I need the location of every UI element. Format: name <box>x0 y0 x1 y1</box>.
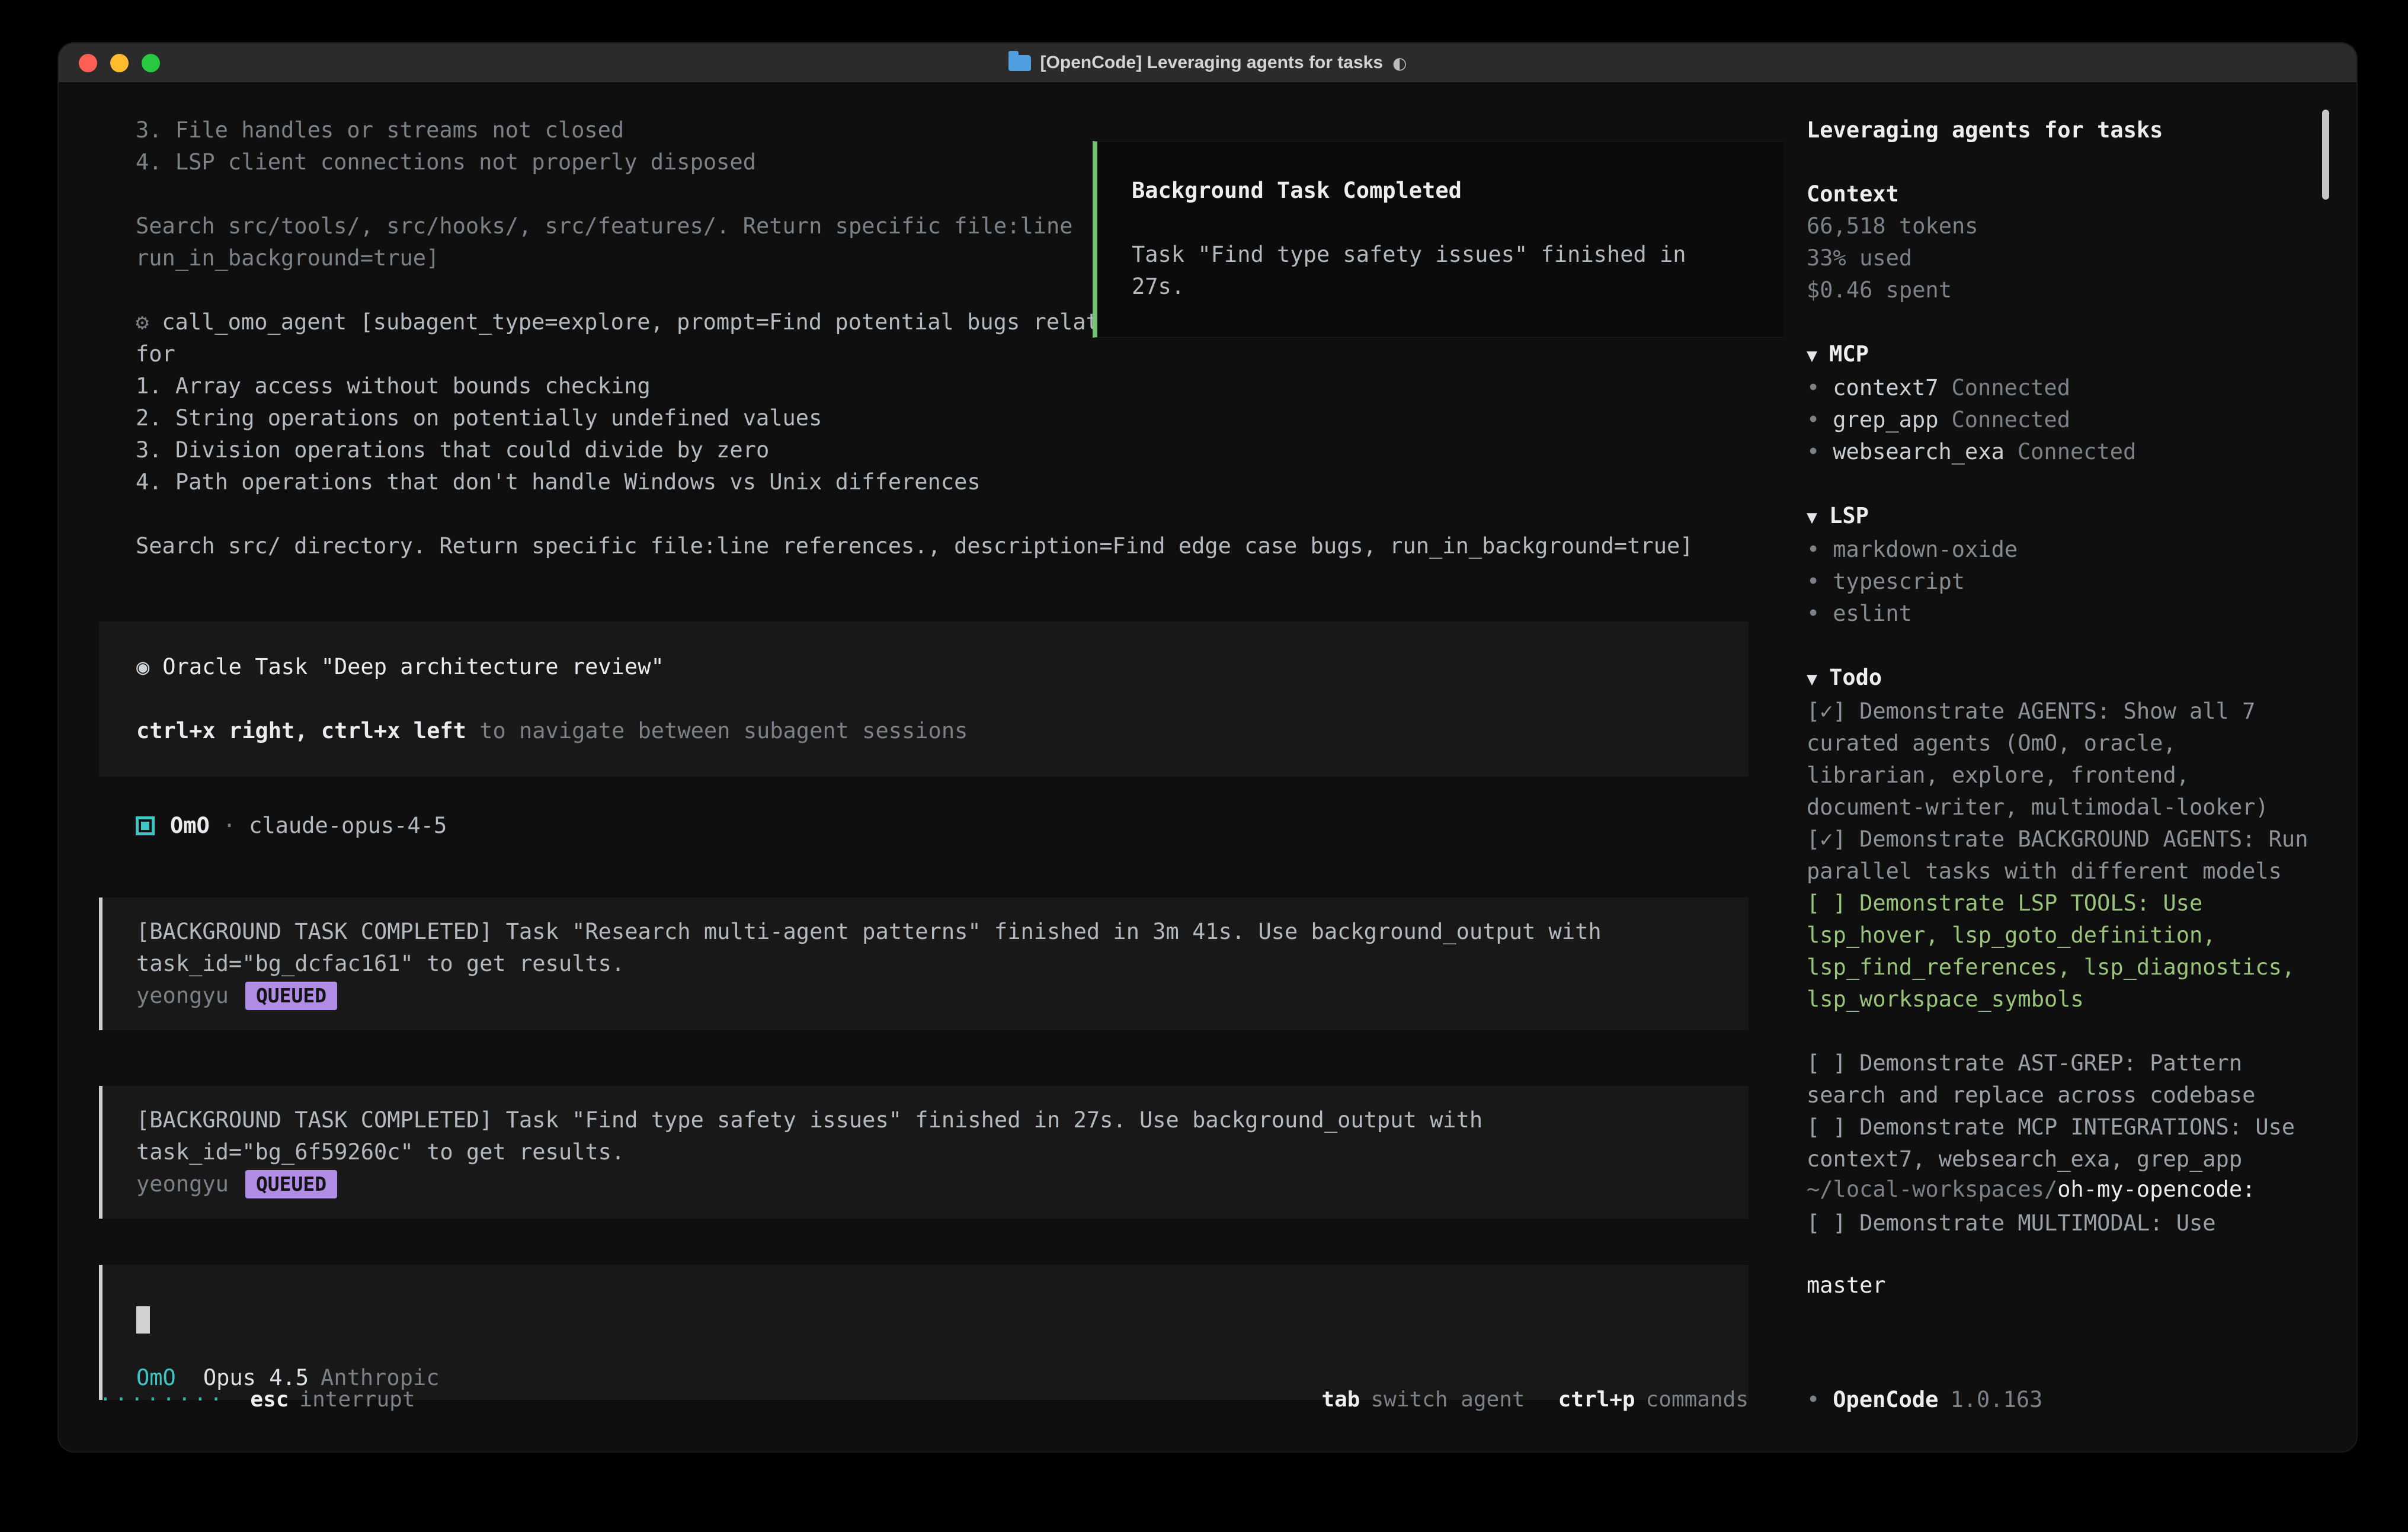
bullet-icon: • <box>1807 601 1820 626</box>
half-moon-indicator-icon: ◐ <box>1392 53 1407 73</box>
tool-call-arg: 2. String operations on potentially unde… <box>136 402 1749 434</box>
status-bar: ········ esc interrupt tab switch agent c… <box>99 1384 1749 1416</box>
opencode-version-footer: • OpenCode 1.0.163 <box>1807 1384 2315 1416</box>
conversation-pane: 3. File handles or streams not closed 4.… <box>59 84 1765 1451</box>
opencode-version: 1.0.163 <box>1951 1384 2043 1416</box>
message-meta: yeongyu QUEUED <box>136 1168 1713 1200</box>
bullet-icon: • <box>1807 1384 1820 1416</box>
todo-item: [✓] Demonstrate AGENTS: Show all 7 curat… <box>1807 696 2315 823</box>
toast-body: Task "Find type safety issues" finished … <box>1132 239 1749 303</box>
background-task-message: [BACKGROUND TASK COMPLETED] Task "Find t… <box>99 1086 1749 1219</box>
oracle-hint-line: ctrl+x right, ctrl+x left to navigate be… <box>136 715 1725 747</box>
bullet-icon: • <box>1807 375 1820 400</box>
lsp-item: •eslint <box>1807 598 2315 630</box>
message-line: task_id="bg_dcfac161" to get results. <box>136 948 1713 980</box>
message-meta: yeongyu QUEUED <box>136 980 1713 1012</box>
bullet-icon: • <box>1807 439 1820 464</box>
context-heading: Context <box>1807 178 2315 210</box>
esc-key-hint: esc <box>250 1384 289 1416</box>
message-line: [BACKGROUND TASK COMPLETED] Task "Find t… <box>136 1104 1713 1136</box>
lsp-section-heading[interactable]: ▼LSP <box>1807 500 2315 534</box>
workspace-path: ~/local-workspaces/oh-my-opencode: maste… <box>1807 1110 2315 1366</box>
tool-call-arg: 4. Path operations that don't handle Win… <box>136 466 1749 498</box>
tool-call-arg: 3. Division operations that could divide… <box>136 434 1749 466</box>
todo-item-active: [ ] Demonstrate LSP TOOLS: Use lsp_hover… <box>1807 887 2315 1015</box>
window-body: 3. File handles or streams not closed 4.… <box>59 84 2356 1451</box>
spinner-dots: ········ <box>99 1384 225 1416</box>
lsp-item: •typescript <box>1807 566 2315 598</box>
scrollbar-thumb[interactable] <box>2322 110 2329 200</box>
mcp-item: •grep_appConnected <box>1807 404 2315 436</box>
workspace-path-line: ~/local-workspaces/oh-my-opencode: <box>1807 1174 2315 1206</box>
input-cursor-line <box>136 1303 1713 1335</box>
message-line: [BACKGROUND TASK COMPLETED] Task "Resear… <box>136 916 1713 948</box>
todo-section-heading[interactable]: ▼Todo <box>1807 662 2315 696</box>
oracle-task-panel: ◉Oracle Task "Deep architecture review" … <box>99 621 1749 777</box>
fisheye-icon: ◉ <box>136 654 149 680</box>
commands-hint-group: ctrl+p commands <box>1558 1384 1749 1416</box>
bullet-icon: • <box>1807 537 1820 562</box>
message-author: yeongyu <box>136 1168 229 1200</box>
esc-key-label: interrupt <box>299 1384 415 1416</box>
titlebar[interactable]: [OpenCode] Leveraging agents for tasks ◐ <box>59 43 2356 84</box>
background-task-toast: Background Task Completed Task "Find typ… <box>1093 141 1784 338</box>
session-sidebar: Leveraging agents for tasks Context 66,5… <box>1765 84 2356 1451</box>
todo-item: [ ] Demonstrate AST-GREP: Pattern search… <box>1807 1047 2315 1111</box>
session-title: Leveraging agents for tasks <box>1807 114 2315 146</box>
ctrlp-key-label: commands <box>1646 1384 1749 1416</box>
folder-icon <box>1008 55 1031 71</box>
mcp-item: •websearch_exaConnected <box>1807 436 2315 468</box>
omo-agent-icon <box>136 816 155 835</box>
agent-name: OmO <box>170 810 210 842</box>
toast-title: Background Task Completed <box>1132 175 1749 207</box>
prompt-input[interactable]: OmO Opus 4.5 Anthropic <box>99 1265 1749 1400</box>
zoom-window-button[interactable] <box>142 54 160 72</box>
terminal-window: [OpenCode] Leveraging agents for tasks ◐… <box>59 43 2356 1451</box>
minimize-window-button[interactable] <box>110 54 129 72</box>
agent-model: claude-opus-4-5 <box>249 810 447 842</box>
window-title-group: [OpenCode] Leveraging agents for tasks ◐ <box>1008 53 1407 73</box>
status-bar-right: tab switch agent ctrl+p commands <box>1288 1384 1749 1416</box>
tool-call-tail: Search src/ directory. Return specific f… <box>136 530 1749 562</box>
collapse-triangle-icon: ▼ <box>1807 669 1817 690</box>
bullet-icon: • <box>1807 407 1820 432</box>
tab-key-label: switch agent <box>1370 1384 1525 1416</box>
gear-icon: ⚙ <box>136 309 149 335</box>
context-used: 33% used <box>1807 242 2315 274</box>
background-task-message: [BACKGROUND TASK COMPLETED] Task "Resear… <box>99 898 1749 1030</box>
mcp-section-heading[interactable]: ▼MCP <box>1807 338 2315 372</box>
close-window-button[interactable] <box>79 54 97 72</box>
sidebar-scrollbar[interactable] <box>2322 110 2329 1413</box>
tab-key-hint: tab <box>1321 1384 1360 1416</box>
ctrlp-key-hint: ctrl+p <box>1558 1384 1635 1416</box>
status-badge: QUEUED <box>245 982 337 1010</box>
tool-call-arg: 1. Array access without bounds checking <box>136 370 1749 402</box>
context-tokens: 66,518 tokens <box>1807 210 2315 242</box>
text-cursor <box>136 1306 150 1334</box>
message-line: task_id="bg_6f59260c" to get results. <box>136 1136 1713 1168</box>
opencode-name: OpenCode <box>1833 1384 1938 1416</box>
workspace-branch: master <box>1807 1270 2315 1302</box>
context-spent: $0.46 spent <box>1807 274 2315 306</box>
todo-item: [✓] Demonstrate BACKGROUND AGENTS: Run p… <box>1807 823 2315 887</box>
collapse-triangle-icon: ▼ <box>1807 345 1817 366</box>
window-title: [OpenCode] Leveraging agents for tasks <box>1040 53 1383 73</box>
oracle-hint-text: to navigate between subagent sessions <box>466 718 968 743</box>
lsp-item: •markdown-oxide <box>1807 534 2315 566</box>
mcp-item: •context7Connected <box>1807 372 2315 404</box>
status-badge: QUEUED <box>245 1170 337 1198</box>
oracle-title-line: ◉ Oracle Task "Deep architecture review" <box>136 651 1725 683</box>
bullet-icon: • <box>1807 569 1820 594</box>
oracle-hint-keys: ctrl+x right, ctrl+x left <box>136 718 466 743</box>
traffic-lights <box>79 54 160 72</box>
separator-dot: · <box>223 810 236 842</box>
tab-hint-group: tab switch agent <box>1321 1384 1525 1416</box>
agent-session-header[interactable]: OmO · claude-opus-4-5 <box>99 810 1749 842</box>
message-author: yeongyu <box>136 980 229 1012</box>
oracle-title: Oracle Task "Deep architecture review" <box>162 654 664 680</box>
collapse-triangle-icon: ▼ <box>1807 507 1817 528</box>
